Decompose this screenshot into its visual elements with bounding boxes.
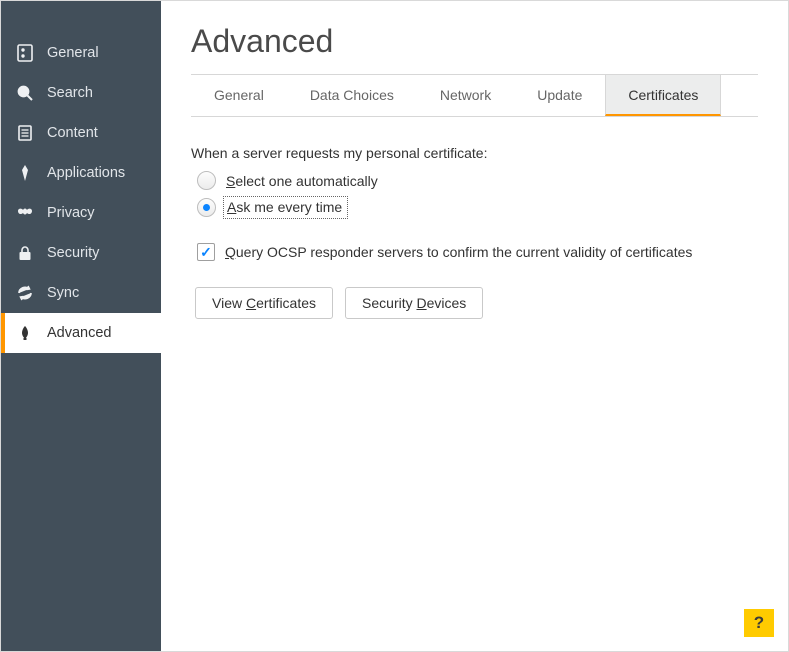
sidebar-item-label: Privacy bbox=[47, 205, 95, 221]
general-icon bbox=[15, 43, 35, 63]
radio-icon bbox=[197, 198, 216, 217]
sidebar-item-general[interactable]: General bbox=[1, 33, 161, 73]
cert-request-label: When a server requests my personal certi… bbox=[191, 145, 758, 161]
sidebar-item-sync[interactable]: Sync bbox=[1, 273, 161, 313]
tab-network[interactable]: Network bbox=[417, 75, 514, 116]
sidebar-item-label: Security bbox=[47, 245, 99, 261]
radio-select-automatically[interactable]: Select one automatically bbox=[191, 171, 758, 190]
tabs: General Data Choices Network Update Cert… bbox=[191, 75, 758, 117]
radio-icon bbox=[197, 171, 216, 190]
help-button[interactable]: ? bbox=[744, 609, 774, 637]
tab-general[interactable]: General bbox=[191, 75, 287, 116]
lock-icon bbox=[15, 243, 35, 263]
checkbox-label: Query OCSP responder servers to confirm … bbox=[225, 244, 692, 260]
sidebar-item-label: General bbox=[47, 45, 99, 61]
radio-ask-every-time[interactable]: Ask me every time bbox=[191, 198, 758, 217]
sidebar-item-privacy[interactable]: Privacy bbox=[1, 193, 161, 233]
applications-icon bbox=[15, 163, 35, 183]
security-devices-button[interactable]: Security Devices bbox=[345, 287, 483, 319]
sync-icon bbox=[15, 283, 35, 303]
sidebar-item-advanced[interactable]: Advanced bbox=[1, 313, 161, 353]
page-title: Advanced bbox=[191, 23, 758, 60]
radio-label: Select one automatically bbox=[226, 173, 378, 189]
sidebar-item-label: Advanced bbox=[47, 325, 112, 341]
checkbox-icon bbox=[197, 243, 215, 261]
tab-certificates[interactable]: Certificates bbox=[605, 75, 721, 116]
tab-data-choices[interactable]: Data Choices bbox=[287, 75, 417, 116]
sidebar-item-label: Content bbox=[47, 125, 98, 141]
sidebar-item-search[interactable]: Search bbox=[1, 73, 161, 113]
sidebar-item-content[interactable]: Content bbox=[1, 113, 161, 153]
radio-label: Ask me every time bbox=[226, 199, 345, 216]
advanced-icon bbox=[15, 323, 35, 343]
checkbox-ocsp[interactable]: Query OCSP responder servers to confirm … bbox=[191, 243, 758, 261]
tab-content-certificates: When a server requests my personal certi… bbox=[191, 117, 758, 319]
sidebar: General Search Content Applications Priv… bbox=[1, 1, 161, 651]
sidebar-item-security[interactable]: Security bbox=[1, 233, 161, 273]
main-panel: Advanced General Data Choices Network Up… bbox=[161, 1, 788, 651]
content-icon bbox=[15, 123, 35, 143]
sidebar-item-label: Applications bbox=[47, 165, 125, 181]
tab-update[interactable]: Update bbox=[514, 75, 605, 116]
view-certificates-button[interactable]: View Certificates bbox=[195, 287, 333, 319]
search-icon bbox=[15, 83, 35, 103]
sidebar-item-label: Sync bbox=[47, 285, 79, 301]
privacy-icon bbox=[15, 203, 35, 223]
sidebar-item-applications[interactable]: Applications bbox=[1, 153, 161, 193]
sidebar-item-label: Search bbox=[47, 85, 93, 101]
